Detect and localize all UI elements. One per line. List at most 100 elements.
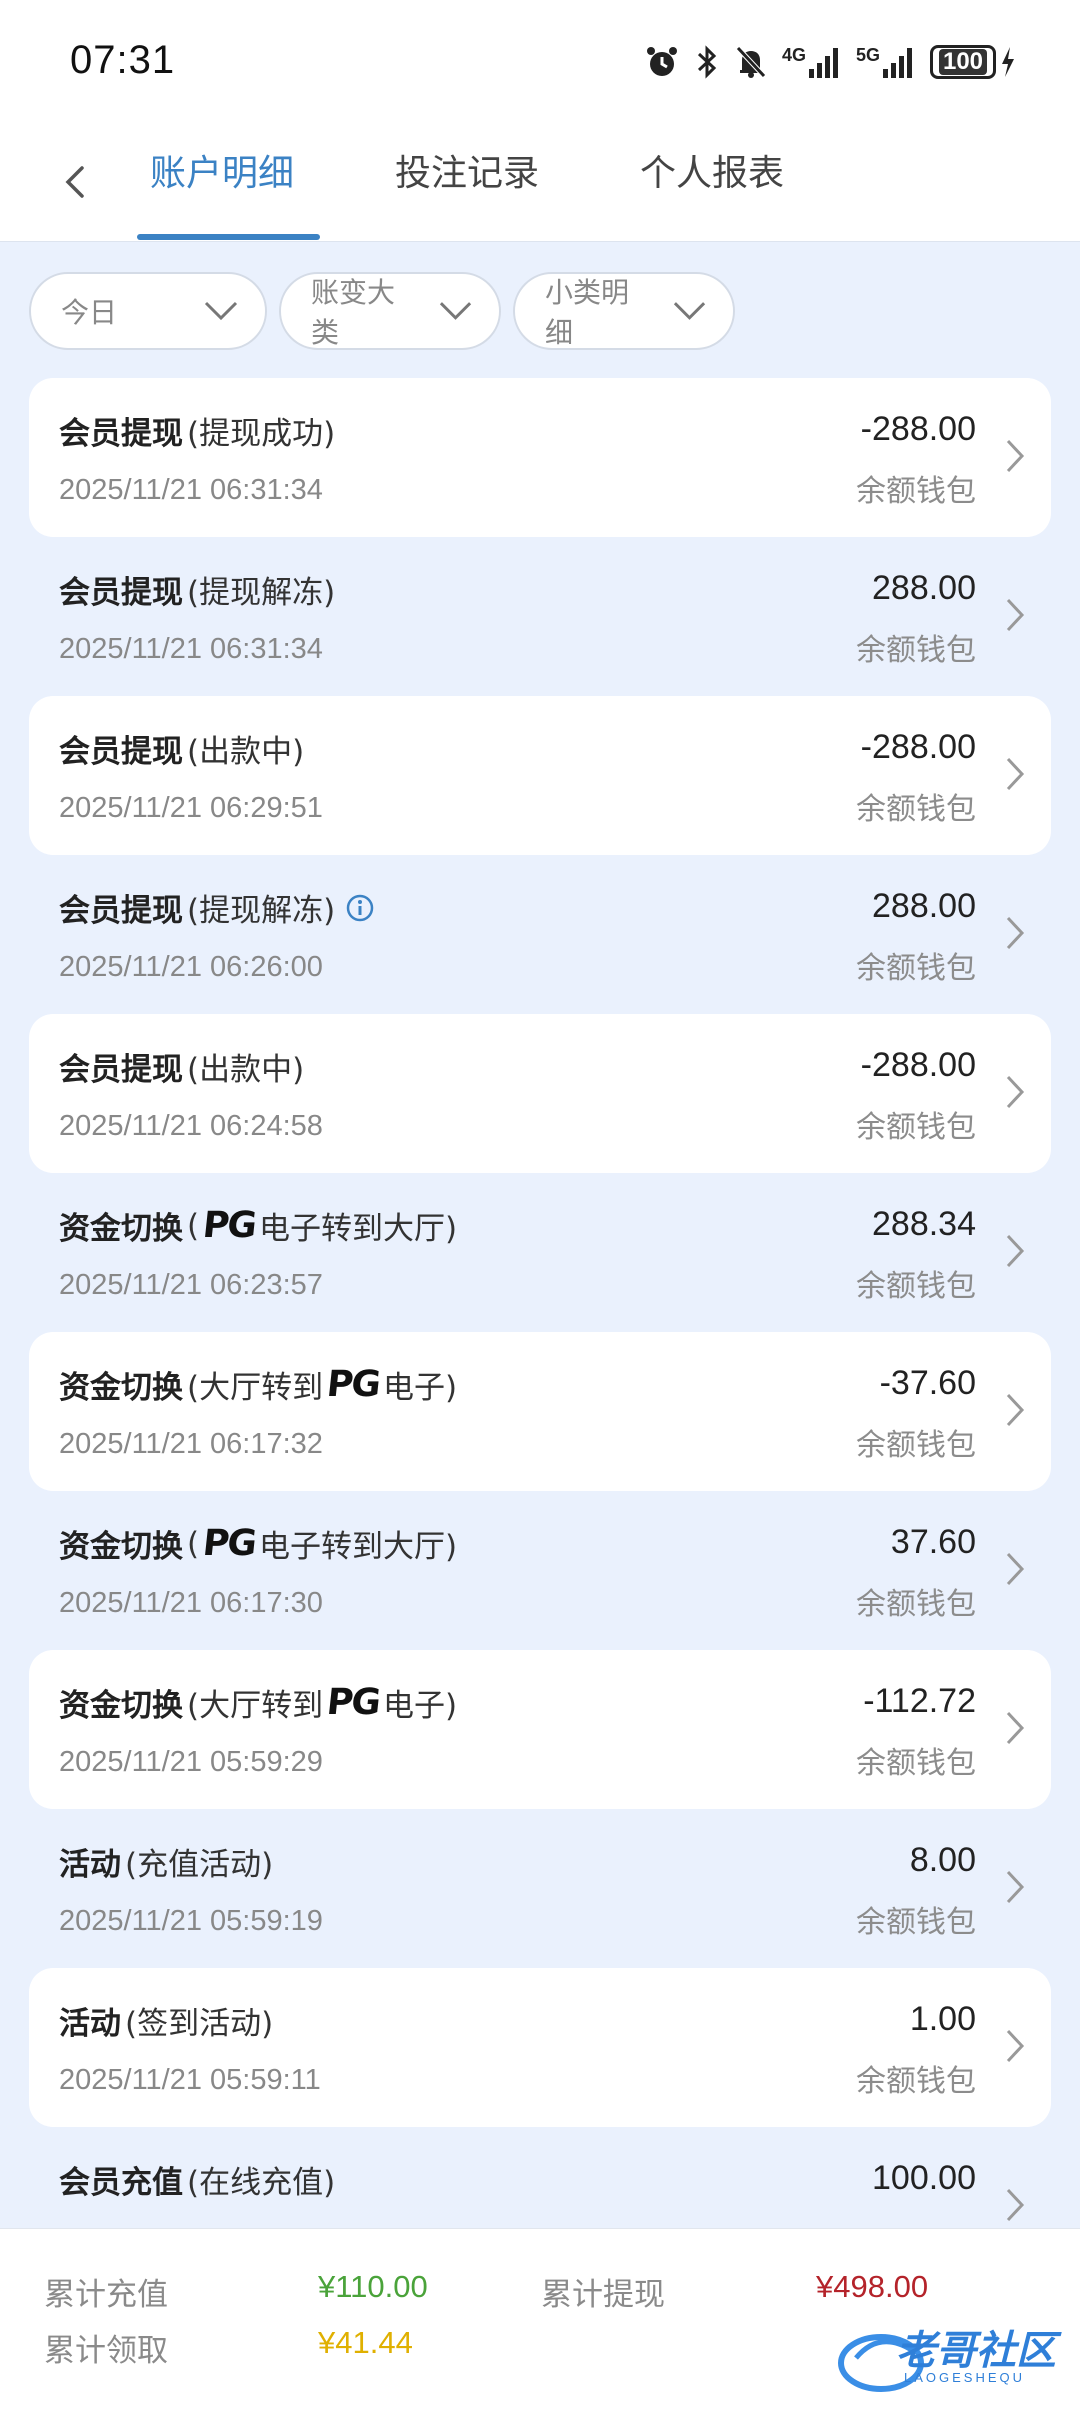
record-row[interactable]: 会员提现 (提现解冻) 2025/11/21 06:26:00 288.00 余额钱包	[29, 855, 1051, 1014]
total-withdraw-label: 累计提现	[541, 2277, 665, 2313]
record-type: 会员充值	[59, 2165, 183, 2201]
status-time: 07:31	[70, 38, 176, 82]
tab-account-details[interactable]: 账户明细	[150, 144, 294, 214]
record-time: 2025/11/21 06:31:34	[59, 474, 323, 506]
record-title: 会员提现 (提现解冻)	[59, 885, 375, 930]
record-row[interactable]: 活动 (签到活动) 2025/11/21 05:59:11 1.00 余额钱包	[29, 1968, 1051, 2127]
record-subtype: (提现成功)	[187, 416, 336, 452]
record-amount: 288.34	[872, 1205, 976, 1243]
tab-bet-records[interactable]: 投注记录	[395, 144, 539, 214]
record-row[interactable]: 资金切换(PG 电子转到大厅) 2025/11/21 06:17:30 37.60 余额…	[29, 1491, 1051, 1650]
record-time: 2025/11/21 06:31:34	[59, 633, 323, 665]
battery-indicator: 100	[930, 45, 1016, 79]
record-subtype: (	[187, 1207, 200, 1244]
record-type: 会员提现	[59, 734, 183, 770]
record-row[interactable]: 会员提现 (出款中) 2025/11/21 06:24:58 -288.00 余额钱包	[29, 1014, 1051, 1173]
record-amount: -288.00	[860, 410, 976, 448]
record-title: 会员充值 (在线充值)	[59, 2157, 335, 2202]
record-row[interactable]: 会员提现 (提现解冻) 2025/11/21 06:31:34 288.00 余额钱包	[29, 537, 1051, 696]
alarm-icon	[646, 47, 677, 76]
pg-logo: PG	[200, 1205, 258, 1246]
network-label-5g: 5G	[855, 45, 880, 65]
record-subtype-tail: 电子转到大厅)	[259, 1529, 458, 1565]
record-row[interactable]: 资金切换(PG 电子转到大厅) 2025/11/21 06:23:57 288.34 余…	[29, 1173, 1051, 1332]
record-type: 会员提现	[59, 1052, 183, 1088]
pg-logo: PG	[200, 1523, 258, 1564]
record-subtype-tail: 电子转到大厅)	[259, 1211, 458, 1247]
status-bar: 07:31 4G 5G 100	[0, 0, 1080, 120]
back-button[interactable]	[50, 142, 100, 222]
signal-icon	[808, 48, 838, 78]
record-subtype: (充值活动)	[125, 1847, 274, 1883]
chevron-right-icon	[1005, 2028, 1025, 2068]
chevron-right-icon	[1005, 915, 1025, 955]
record-title: 会员提现 (提现成功)	[59, 408, 335, 453]
chevron-down-icon	[673, 302, 706, 320]
signal-5g: 5G	[856, 45, 916, 79]
total-deposit-label: 累计充值	[44, 2277, 168, 2313]
record-time: 2025/11/21 06:23:57	[59, 1269, 323, 1301]
watermark-title: 老哥社区	[896, 2328, 1056, 2374]
record-wallet: 余额钱包	[856, 1110, 976, 1145]
filter-date[interactable]: 今日	[29, 272, 267, 350]
chevron-down-icon	[439, 302, 472, 320]
signal-4g: 4G	[782, 45, 842, 79]
record-subtype: (出款中)	[187, 1052, 305, 1088]
total-withdraw-value: ¥498.00	[816, 2269, 929, 2304]
filter-minor-detail-label: 小类明细	[545, 276, 630, 349]
records-list: 会员提现 (提现成功) 2025/11/21 06:31:34 -288.00 余额钱包…	[29, 378, 1051, 2286]
record-wallet: 余额钱包	[856, 1269, 976, 1304]
tab-personal-report[interactable]: 个人报表	[640, 144, 784, 214]
record-type: 资金切换	[59, 1529, 183, 1565]
record-amount: 288.00	[872, 569, 976, 607]
signal-icon	[883, 48, 912, 78]
record-row[interactable]: 会员提现 (出款中) 2025/11/21 06:29:51 -288.00 余额钱包	[29, 696, 1051, 855]
record-type: 活动	[59, 2006, 121, 2042]
chevron-right-icon	[1005, 1869, 1025, 1909]
filter-major-type[interactable]: 账变大类	[279, 272, 501, 350]
record-type: 资金切换	[59, 1211, 183, 1247]
record-amount: -288.00	[860, 728, 976, 766]
record-row[interactable]: 活动 (充值活动) 2025/11/21 05:59:19 8.00 余额钱包	[29, 1809, 1051, 1968]
watermark-sub: LAOGESHEQU	[904, 2370, 1026, 2385]
record-time: 2025/11/21 05:59:19	[59, 1905, 323, 1937]
chevron-right-icon	[1005, 1710, 1025, 1750]
record-time: 2025/11/21 05:59:29	[59, 1746, 323, 1778]
record-subtype: (	[187, 1525, 200, 1562]
info-icon[interactable]	[345, 893, 375, 923]
active-tab-indicator	[137, 234, 320, 240]
chevron-right-icon	[1005, 1074, 1025, 1114]
record-title: 资金切换 (大厅转到 PG 电子)	[59, 1362, 457, 1407]
record-amount: 37.60	[890, 1523, 976, 1561]
record-subtype: (提现解冻)	[187, 575, 336, 611]
record-subtype: (出款中)	[187, 734, 305, 770]
mute-bell-icon	[736, 46, 766, 78]
record-row[interactable]: 会员提现 (提现成功) 2025/11/21 06:31:34 -288.00 余额钱包	[29, 378, 1051, 537]
chevron-right-icon	[1005, 597, 1025, 637]
record-wallet: 余额钱包	[856, 1746, 976, 1781]
record-wallet: 余额钱包	[856, 1587, 976, 1622]
chevron-right-icon	[1005, 438, 1025, 478]
chevron-down-icon	[204, 301, 238, 321]
total-claim-value: ¥41.44	[318, 2325, 413, 2360]
filter-minor-detail[interactable]: 小类明细	[513, 272, 735, 350]
record-amount: 8.00	[909, 1841, 976, 1879]
record-subtype-tail: 电子)	[383, 1370, 458, 1406]
record-row[interactable]: 资金切换 (大厅转到 PG 电子) 2025/11/21 06:17:32 -37.60 余…	[29, 1332, 1051, 1491]
chevron-right-icon	[1005, 2187, 1025, 2227]
record-title: 会员提现 (出款中)	[59, 1044, 304, 1089]
total-claim-label: 累计领取	[44, 2333, 168, 2369]
record-title: 会员提现 (出款中)	[59, 726, 304, 771]
record-type: 资金切换	[59, 1688, 183, 1724]
record-row[interactable]: 资金切换 (大厅转到 PG 电子) 2025/11/21 05:59:29 -112.72…	[29, 1650, 1051, 1809]
charging-icon	[1002, 47, 1014, 77]
record-wallet: 余额钱包	[856, 951, 976, 986]
chevron-right-icon	[1005, 1233, 1025, 1273]
record-type: 活动	[59, 1847, 121, 1883]
chevron-right-icon	[1005, 1392, 1025, 1432]
filter-date-label: 今日	[61, 296, 118, 329]
record-wallet: 余额钱包	[856, 1428, 976, 1463]
network-label-4g: 4G	[781, 45, 806, 65]
record-title: 会员提现 (提现解冻)	[59, 567, 335, 612]
record-type: 会员提现	[59, 416, 183, 452]
